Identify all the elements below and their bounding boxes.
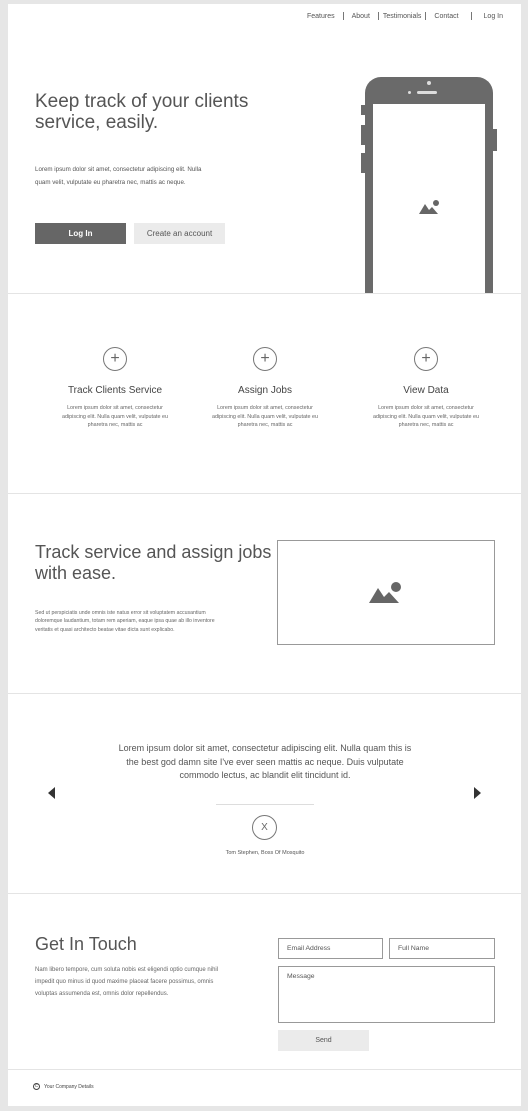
create-account-button[interactable]: Create an account	[134, 223, 225, 244]
feature-text: Lorem ipsum dolor sit amet, consectetur …	[211, 405, 319, 428]
feature-title: Assign Jobs	[238, 385, 292, 396]
section-divider	[8, 1069, 521, 1070]
section-divider	[8, 693, 521, 694]
section-divider	[8, 893, 521, 894]
testimonial-author: Tom Stephen, Boss Of Mosquito	[225, 850, 305, 856]
section-text: Sed ut perspiciatis unde omnis iste natu…	[35, 610, 215, 633]
company-details: Your Company Details	[44, 1083, 94, 1090]
hero-title: Keep track of your clients service, easi…	[35, 91, 249, 133]
phone-speaker	[417, 91, 437, 94]
nav-separator	[377, 12, 379, 20]
nav-about[interactable]: About	[346, 13, 376, 20]
section-divider	[8, 493, 521, 494]
feature-text: Lorem ipsum dolor sit amet, consectetur …	[61, 405, 169, 428]
copyright-icon: C	[33, 1083, 40, 1090]
nav-features[interactable]: Features	[301, 13, 341, 20]
nav-separator	[425, 12, 427, 20]
nav-contact[interactable]: Contact	[428, 13, 464, 20]
phone-sensor	[408, 91, 411, 94]
plus-icon[interactable]: +	[414, 347, 438, 371]
image-placeholder	[277, 540, 495, 645]
testimonial-quote: Lorem ipsum dolor sit amet, consectetur …	[118, 743, 412, 780]
top-nav: Features About Testimonials Contact Log …	[301, 12, 509, 20]
nav-separator	[342, 12, 344, 20]
phone-screen	[373, 104, 485, 293]
nav-testimonials[interactable]: Testimonials	[381, 13, 424, 20]
hero-text: Lorem ipsum dolor sit amet, consectetur …	[35, 166, 202, 186]
feature-track-clients: + Track Clients Service Lorem ipsum dolo…	[40, 347, 190, 430]
send-button[interactable]: Send	[278, 1030, 369, 1051]
plus-icon[interactable]: +	[103, 347, 127, 371]
avatar: X	[252, 815, 277, 840]
carousel-next-icon[interactable]	[474, 787, 481, 799]
phone-side-button	[361, 153, 365, 173]
image-placeholder-icon	[419, 200, 439, 214]
page: Features About Testimonials Contact Log …	[8, 4, 521, 1106]
footer: C Your Company Details	[33, 1083, 94, 1090]
feature-text: Lorem ipsum dolor sit amet, consectetur …	[372, 405, 480, 428]
nav-login[interactable]: Log In	[478, 13, 509, 20]
name-field[interactable]: Full Name	[389, 938, 495, 959]
phone-side-button	[361, 125, 365, 145]
carousel-prev-icon[interactable]	[48, 787, 55, 799]
image-placeholder-icon	[369, 582, 401, 603]
plus-icon[interactable]: +	[253, 347, 277, 371]
section-divider	[8, 293, 521, 294]
message-field[interactable]: Message	[278, 966, 495, 1023]
feature-assign-jobs: + Assign Jobs Lorem ipsum dolor sit amet…	[190, 347, 340, 430]
section-title: Track service and assign jobs with ease.	[35, 542, 272, 583]
feature-view-data: + View Data Lorem ipsum dolor sit amet, …	[351, 347, 501, 430]
quote-divider	[216, 804, 314, 805]
feature-title: View Data	[403, 385, 449, 396]
feature-title: Track Clients Service	[67, 385, 163, 396]
phone-side-button	[361, 105, 365, 115]
phone-side-button	[493, 129, 497, 151]
nav-separator	[470, 12, 472, 20]
login-button[interactable]: Log In	[35, 223, 126, 244]
contact-text: Nam libero tempore, cum soluta nobis est…	[35, 967, 219, 997]
email-field[interactable]: Email Address	[278, 938, 383, 959]
phone-camera	[427, 81, 431, 85]
phone-mockup	[361, 77, 497, 293]
contact-title: Get In Touch	[35, 934, 137, 954]
